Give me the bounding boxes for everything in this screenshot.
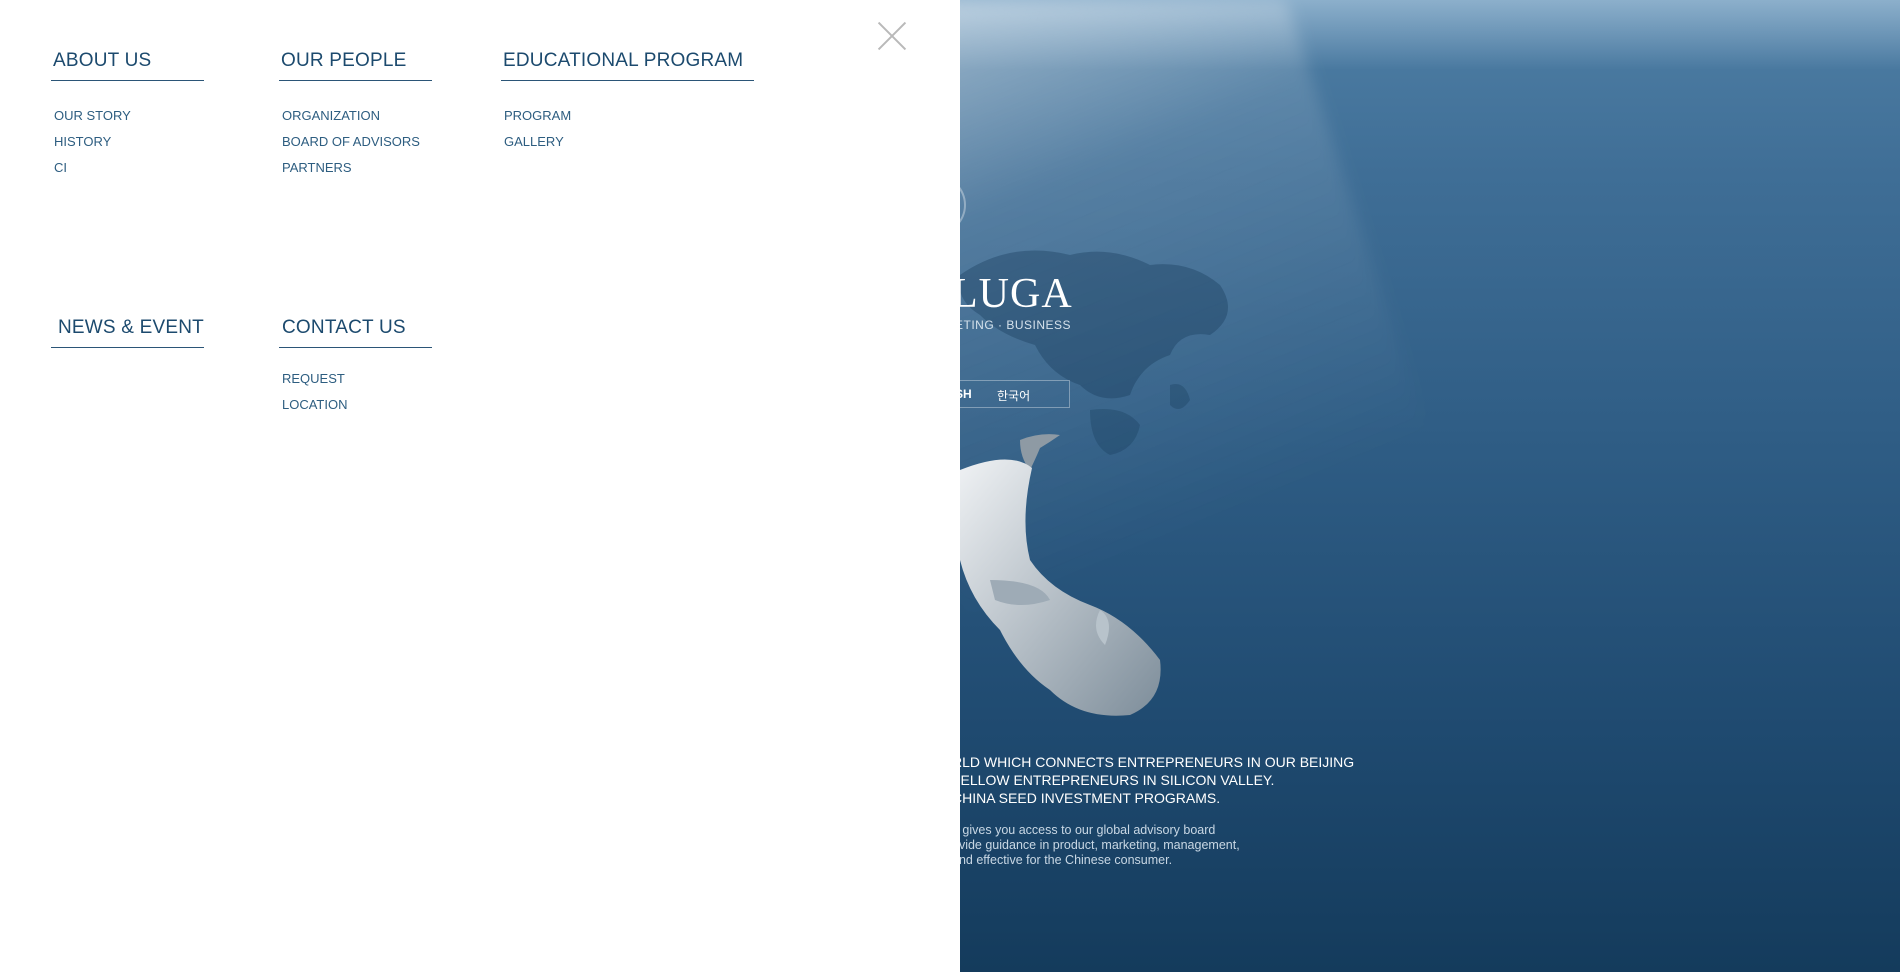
menu-link-history[interactable]: HISTORY bbox=[54, 129, 204, 155]
menu-links-educational-program: PROGRAM GALLERY bbox=[501, 103, 754, 155]
menu-link-organization[interactable]: ORGANIZATION bbox=[282, 103, 432, 129]
menu-heading-about-us[interactable]: ABOUT US bbox=[51, 50, 204, 81]
menu-section-educational-program: EDUCATIONAL PROGRAM PROGRAM GALLERY bbox=[501, 50, 754, 155]
menu-link-program[interactable]: PROGRAM bbox=[504, 103, 754, 129]
language-korean[interactable]: 한국어 bbox=[997, 387, 1030, 404]
menu-section-contact-us: CONTACT US REQUEST LOCATION bbox=[279, 317, 432, 418]
menu-link-gallery[interactable]: GALLERY bbox=[504, 129, 754, 155]
menu-links-about-us: OUR STORY HISTORY CI bbox=[51, 103, 204, 181]
menu-link-request[interactable]: REQUEST bbox=[282, 366, 432, 392]
menu-link-location[interactable]: LOCATION bbox=[282, 392, 432, 418]
menu-heading-our-people[interactable]: OUR PEOPLE bbox=[279, 50, 432, 81]
menu-section-our-people: OUR PEOPLE ORGANIZATION BOARD OF ADVISOR… bbox=[279, 50, 432, 181]
hero-headline: RLD WHICH CONNECTS ENTREPRENEURS IN OUR … bbox=[952, 753, 1392, 807]
menu-heading-news-event[interactable]: NEWS & EVENT bbox=[51, 317, 204, 348]
page: LUGA ETING · BUSINESS SH 한국어 RLD WHICH C… bbox=[0, 0, 1900, 972]
menu-section-news-event: NEWS & EVENT bbox=[51, 317, 204, 348]
hero-headline-line-3: CHINA SEED INVESTMENT PROGRAMS. bbox=[952, 790, 1221, 806]
menu-links-our-people: ORGANIZATION BOARD OF ADVISORS PARTNERS bbox=[279, 103, 432, 181]
hero-description: n gives you access to our global advisor… bbox=[952, 823, 1312, 868]
hero-description-line-1: n gives you access to our global advisor… bbox=[952, 823, 1216, 837]
menu-link-partners[interactable]: PARTNERS bbox=[282, 155, 432, 181]
hero-logo-text: LUGA bbox=[952, 271, 1073, 317]
hero-headline-line-2: FELLOW ENTREPRENEURS IN SILICON VALLEY. bbox=[952, 772, 1275, 788]
menu-links-contact-us: REQUEST LOCATION bbox=[279, 366, 432, 418]
menu-link-our-story[interactable]: OUR STORY bbox=[54, 103, 204, 129]
hero-description-line-3: and effective for the Chinese consumer. bbox=[952, 853, 1173, 867]
menu-section-about-us: ABOUT US OUR STORY HISTORY CI bbox=[51, 50, 204, 181]
close-icon[interactable] bbox=[877, 21, 907, 51]
fullscreen-menu: ABOUT US OUR STORY HISTORY CI OUR PEOPLE… bbox=[0, 0, 960, 972]
menu-link-ci[interactable]: CI bbox=[54, 155, 204, 181]
hero-headline-line-1: RLD WHICH CONNECTS ENTREPRENEURS IN OUR … bbox=[952, 754, 1355, 770]
menu-link-board-of-advisors[interactable]: BOARD OF ADVISORS bbox=[282, 129, 432, 155]
menu-heading-contact-us[interactable]: CONTACT US bbox=[279, 317, 432, 348]
menu-heading-educational-program[interactable]: EDUCATIONAL PROGRAM bbox=[501, 50, 754, 81]
hero-description-line-2: ovide guidance in product, marketing, ma… bbox=[952, 838, 1240, 852]
hero-tagline: ETING · BUSINESS bbox=[955, 318, 1072, 332]
